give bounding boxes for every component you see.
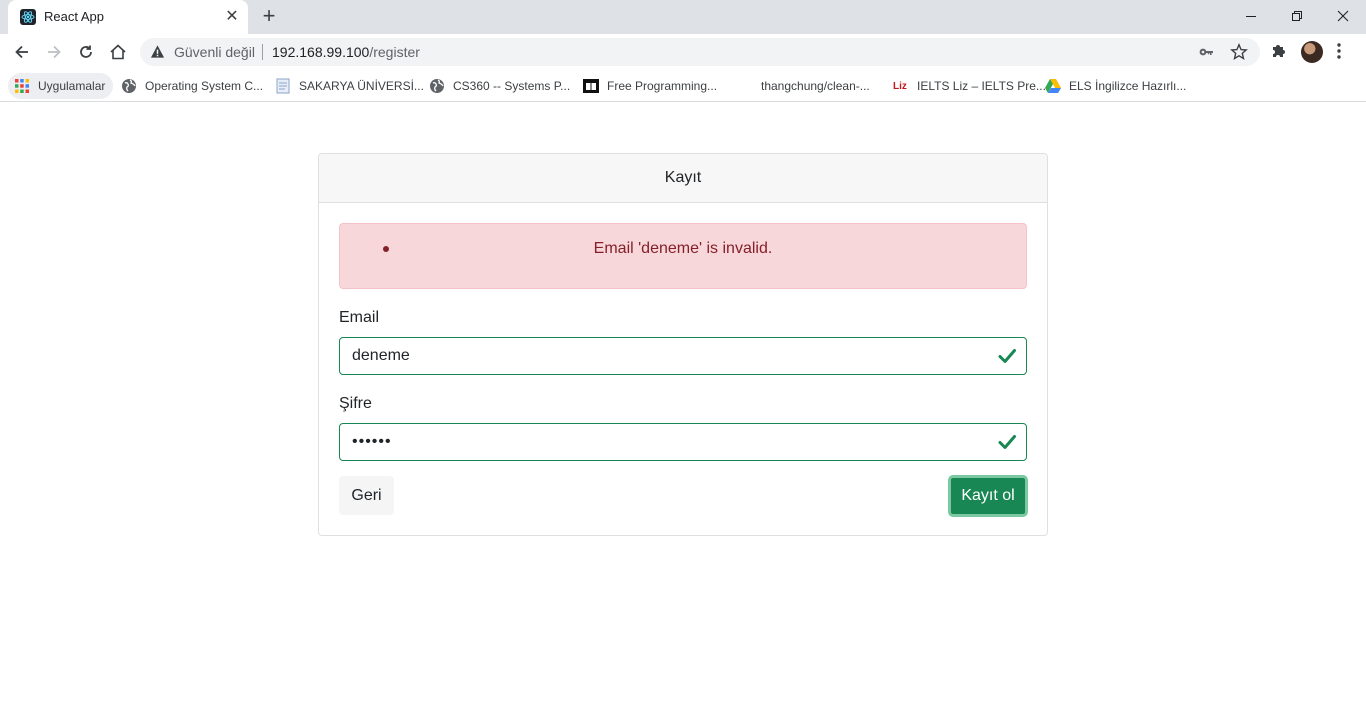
browser-toolbar: Güvenli değil 192.168.99.100/register: [0, 34, 1366, 70]
url-text[interactable]: 192.168.99.100/register: [272, 44, 420, 60]
forward-arrow-icon[interactable]: [42, 40, 66, 64]
error-message: Email 'deneme' is invalid.: [593, 240, 773, 257]
globe-icon: [429, 78, 445, 94]
liz-logo: Liz: [893, 80, 907, 92]
document-icon: [275, 78, 291, 94]
menu-dots-icon[interactable]: [1336, 42, 1342, 65]
bookmark-sakarya[interactable]: SAKARYA ÜNİVERSİ...: [275, 73, 424, 99]
register-card: Kayıt Email 'deneme' is invalid. Email Ş…: [318, 153, 1048, 536]
bookmark-label: IELTS Liz – IELTS Pre...: [917, 79, 1046, 93]
bookmark-label: Operating System C...: [145, 79, 264, 93]
bookmark-free-programming[interactable]: Free Programming...: [583, 73, 717, 99]
bookmark-label: ELS İngilizce Hazırlı...: [1069, 79, 1187, 93]
new-tab-button[interactable]: +: [258, 5, 280, 28]
drive-icon: [1045, 78, 1061, 94]
window-close-button[interactable]: [1320, 0, 1366, 32]
tab-close-icon[interactable]: ✕: [224, 9, 240, 25]
profile-avatar[interactable]: [1301, 41, 1323, 63]
card-title: Kayıt: [319, 154, 1047, 203]
bookmark-els[interactable]: ELS İngilizce Hazırlı...: [1045, 73, 1186, 99]
bookmark-star-icon[interactable]: [1230, 43, 1248, 66]
bookmark-label: SAKARYA ÜNİVERSİ...: [299, 79, 424, 93]
address-bar[interactable]: Güvenli değil 192.168.99.100/register: [140, 38, 1260, 66]
register-button[interactable]: Kayıt ol: [948, 475, 1028, 517]
email-input[interactable]: [339, 337, 1027, 375]
security-status[interactable]: Güvenli değil: [174, 44, 255, 60]
react-logo-icon: [20, 9, 36, 25]
error-alert: Email 'deneme' is invalid.: [339, 223, 1027, 289]
back-button[interactable]: Geri: [339, 476, 394, 515]
address-separator: [262, 44, 263, 60]
bookmarks-bar: Uygulamalar Operating System C... SAKARY…: [0, 70, 1366, 102]
valid-check-icon: [997, 346, 1017, 366]
url-path: /register: [369, 44, 420, 60]
password-label: Şifre: [339, 395, 372, 412]
window-restore-button[interactable]: [1274, 0, 1320, 32]
reload-icon[interactable]: [74, 40, 98, 64]
book-icon: [583, 78, 599, 94]
bookmark-label: Uygulamalar: [38, 79, 106, 93]
window-minimize-button[interactable]: [1228, 0, 1274, 32]
bookmark-label: Free Programming...: [607, 79, 718, 93]
bookmark-ielts-liz[interactable]: Liz IELTS Liz – IELTS Pre...: [891, 73, 1046, 99]
valid-check-icon: [997, 432, 1017, 452]
url-host: 192.168.99.100: [272, 44, 370, 60]
apps-grid-icon: [14, 78, 30, 94]
back-arrow-icon[interactable]: [10, 40, 34, 64]
tab-title: React App: [44, 9, 104, 24]
email-label: Email: [339, 309, 380, 326]
warning-icon[interactable]: [150, 44, 165, 64]
bookmark-label: CS360 -- Systems P...: [453, 79, 571, 93]
key-icon[interactable]: [1198, 44, 1214, 65]
bookmark-cs360[interactable]: CS360 -- Systems P...: [429, 73, 570, 99]
tab-strip: React App ✕ +: [0, 0, 1366, 34]
bookmark-label: thangchung/clean-...: [761, 79, 870, 93]
bookmark-thangchung[interactable]: thangchung/clean-...: [737, 73, 870, 99]
password-input[interactable]: [339, 423, 1027, 461]
blank-favicon: [737, 78, 753, 94]
bookmark-operating-system[interactable]: Operating System C...: [121, 73, 263, 99]
bookmark-apps[interactable]: Uygulamalar: [8, 73, 114, 99]
globe-icon: [121, 78, 137, 94]
home-icon[interactable]: [106, 40, 130, 64]
browser-tab[interactable]: React App ✕: [8, 0, 248, 34]
extensions-puzzle-icon[interactable]: [1270, 42, 1288, 65]
